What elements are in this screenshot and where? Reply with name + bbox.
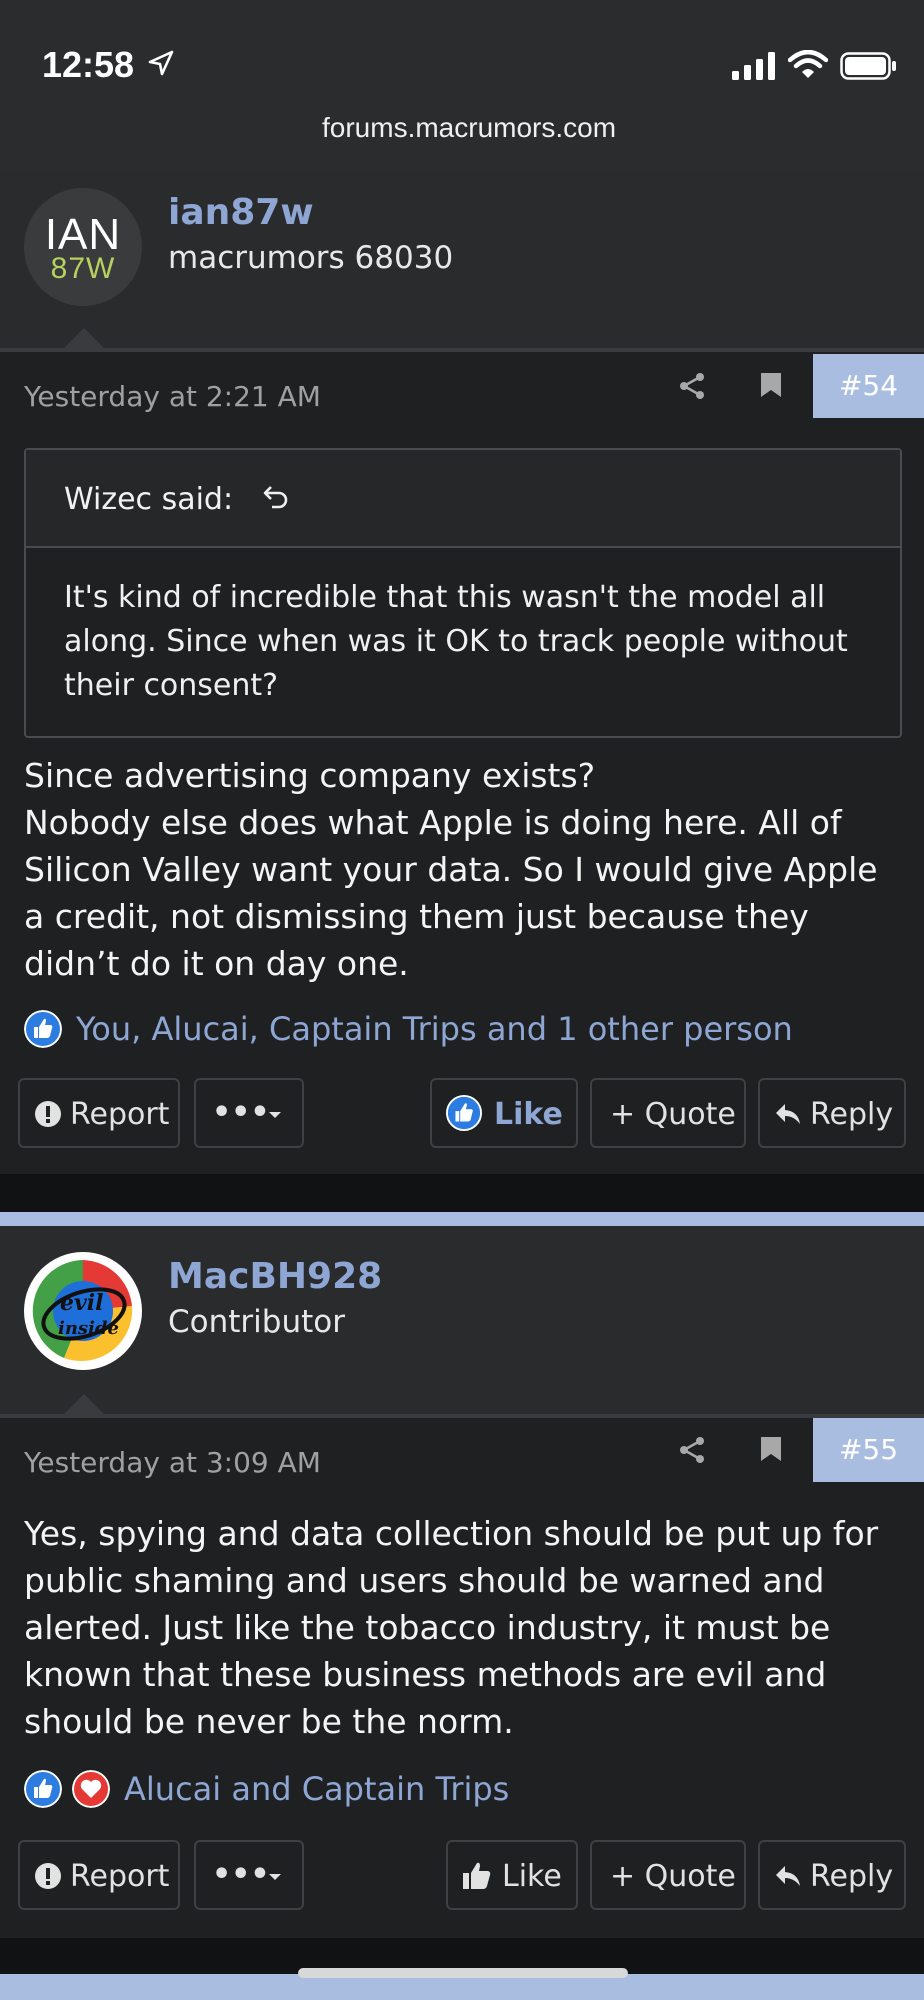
post-separator-accent: [0, 1212, 924, 1226]
report-label: Report: [70, 1097, 170, 1132]
location-arrow-icon: [148, 50, 174, 76]
post-date[interactable]: Yesterday at 3:09 AM: [24, 1446, 321, 1479]
thumbs-up-icon: [463, 1862, 491, 1889]
like-reaction-icon: [24, 1770, 62, 1808]
go-to-quote-icon[interactable]: [262, 484, 290, 510]
chevron-down-icon: [269, 1112, 281, 1118]
quote-label: + Quote: [610, 1859, 736, 1894]
avatar-text-line2: 87W: [50, 252, 116, 285]
quote-label: + Quote: [610, 1097, 736, 1132]
cellular-signal-icon: [732, 52, 775, 80]
quote-button[interactable]: + Quote: [590, 1078, 746, 1148]
likers-text[interactable]: You, Alucai, Captain Trips and 1 other p…: [76, 1010, 793, 1048]
post: Yesterday at 2:21 AM #54 Wizec said: It'…: [0, 352, 924, 1174]
home-indicator[interactable]: [298, 1968, 628, 1978]
post: Yesterday at 3:09 AM #55 Yes, spying and…: [0, 1418, 924, 1938]
share-icon[interactable]: [678, 1436, 706, 1464]
more-options-label: •••: [212, 1857, 270, 1892]
svg-text:inside: inside: [58, 1318, 119, 1339]
report-button[interactable]: Report: [18, 1078, 180, 1148]
post-message: Since advertising company exists? Nobody…: [24, 756, 878, 983]
share-icon[interactable]: [678, 372, 706, 400]
warning-icon: [35, 1101, 61, 1127]
bookmark-icon[interactable]: [760, 372, 782, 398]
reply-arrow-icon: [776, 1866, 800, 1886]
post-message: Yes, spying and data collection should b…: [24, 1514, 879, 1741]
quote-block: Wizec said: It's kind of incredible that…: [24, 448, 902, 738]
address-bar[interactable]: forums.macrumors.com: [0, 110, 924, 251]
post-user-header: IAN 87W ian87w macrumors 68030: [0, 170, 924, 350]
bookmark-icon[interactable]: [760, 1436, 782, 1462]
evil-inside-logo-icon: evil inside: [26, 1254, 140, 1368]
status-bar: 12:58: [0, 0, 924, 110]
user-title: Contributor: [168, 1304, 345, 1340]
report-label: Report: [70, 1859, 170, 1894]
post-number[interactable]: #55: [813, 1418, 924, 1482]
header-notch: [64, 1394, 104, 1414]
quote-button[interactable]: + Quote: [590, 1840, 746, 1910]
report-button[interactable]: Report: [18, 1840, 180, 1910]
like-reaction-icon: [24, 1010, 62, 1048]
reply-button[interactable]: Reply: [758, 1840, 906, 1910]
avatar[interactable]: evil inside: [24, 1252, 142, 1370]
like-label: Like: [502, 1859, 562, 1894]
username[interactable]: ian87w: [168, 192, 314, 233]
reply-button[interactable]: Reply: [758, 1078, 906, 1148]
quote-text: It's kind of incredible that this wasn't…: [64, 580, 848, 703]
thumbs-up-icon: [446, 1095, 482, 1131]
more-options-label: •••: [212, 1095, 270, 1130]
likers-row[interactable]: Alucai and Captain Trips: [24, 1768, 904, 1814]
reply-arrow-icon: [776, 1104, 800, 1124]
svg-text:evil: evil: [60, 1290, 104, 1316]
love-reaction-icon: [72, 1770, 110, 1808]
username[interactable]: MacBH928: [168, 1256, 382, 1297]
quote-author[interactable]: Wizec said:: [64, 482, 233, 517]
header-notch: [64, 328, 104, 348]
post-number[interactable]: #54: [813, 354, 924, 418]
url-text[interactable]: forums.macrumors.com: [322, 112, 616, 144]
likers-text[interactable]: Alucai and Captain Trips: [124, 1770, 509, 1808]
status-time: 12:58: [42, 44, 135, 85]
reply-label: Reply: [810, 1859, 894, 1894]
chevron-down-icon: [269, 1874, 281, 1880]
post-separator: [0, 1174, 924, 1212]
avatar[interactable]: IAN 87W: [24, 188, 142, 306]
post-date[interactable]: Yesterday at 2:21 AM: [24, 380, 321, 413]
wifi-icon: [788, 50, 828, 78]
likers-row[interactable]: You, Alucai, Captain Trips and 1 other p…: [24, 1008, 904, 1054]
quote-header: Wizec said:: [26, 450, 900, 548]
more-options-button[interactable]: •••: [194, 1078, 304, 1148]
like-label: Like: [494, 1097, 563, 1132]
like-button[interactable]: Like: [446, 1840, 578, 1910]
reply-label: Reply: [810, 1097, 894, 1132]
user-title: macrumors 68030: [168, 240, 454, 276]
like-button[interactable]: Like: [430, 1078, 578, 1148]
battery-icon: [840, 52, 896, 80]
post-user-header: evil inside MacBH928 Contributor: [0, 1226, 924, 1414]
more-options-button[interactable]: •••: [194, 1840, 304, 1910]
warning-icon: [35, 1863, 61, 1889]
